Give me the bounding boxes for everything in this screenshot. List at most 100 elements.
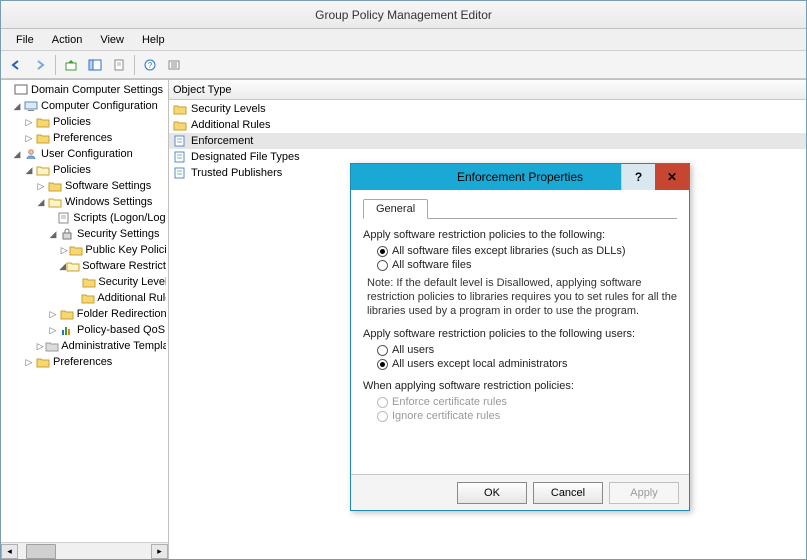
menubar: File Action View Help bbox=[1, 29, 806, 51]
menu-action[interactable]: Action bbox=[43, 32, 92, 48]
scroll-left-icon[interactable]: ◂ bbox=[1, 544, 18, 559]
toolbar-separator bbox=[55, 55, 56, 75]
svg-text:?: ? bbox=[148, 61, 153, 70]
enforcement-properties-dialog: Enforcement Properties ? ✕ General Apply… bbox=[350, 163, 690, 511]
radio-all-software-files[interactable]: All software files bbox=[377, 259, 677, 271]
list-column-header[interactable]: Object Type bbox=[169, 80, 806, 100]
tree-item[interactable]: Software Restriction Policies bbox=[82, 260, 166, 272]
tree-item[interactable]: Security Levels bbox=[98, 276, 166, 288]
computer-icon bbox=[24, 100, 38, 112]
properties-button[interactable] bbox=[108, 54, 130, 76]
twisty-icon[interactable]: ◢ bbox=[11, 149, 23, 160]
twisty-icon[interactable]: ◢ bbox=[23, 165, 35, 176]
tree-item[interactable]: Policy-based QoS bbox=[77, 324, 165, 336]
properties-icon bbox=[173, 167, 187, 179]
folder-icon bbox=[173, 103, 187, 115]
folder-icon bbox=[69, 244, 83, 256]
twisty-icon[interactable]: ◢ bbox=[59, 261, 66, 272]
twisty-icon[interactable]: ▷ bbox=[23, 357, 35, 368]
forward-button[interactable] bbox=[29, 54, 51, 76]
refresh-button[interactable]: ? bbox=[139, 54, 161, 76]
dialog-titlebar[interactable]: Enforcement Properties ? ✕ bbox=[351, 164, 689, 190]
files-note: Note: If the default level is Disallowed… bbox=[367, 277, 677, 318]
tree-pane: Domain Computer Settings ◢ Computer Confi… bbox=[1, 80, 169, 559]
radio-icon bbox=[377, 397, 388, 408]
tree-item[interactable]: Computer Configuration bbox=[41, 100, 158, 112]
radio-enforce-cert: Enforce certificate rules bbox=[377, 396, 677, 408]
list-item[interactable]: Additional Rules bbox=[169, 117, 806, 133]
filter-button[interactable] bbox=[163, 54, 185, 76]
cancel-button[interactable]: Cancel bbox=[533, 482, 603, 504]
radio-all-except-libraries[interactable]: All software files except libraries (suc… bbox=[377, 245, 677, 257]
tab-general[interactable]: General bbox=[363, 199, 428, 219]
tree[interactable]: Domain Computer Settings ◢ Computer Confi… bbox=[1, 80, 168, 542]
scroll-thumb[interactable] bbox=[26, 544, 56, 559]
folder-up-icon bbox=[64, 58, 78, 72]
radio-label: All software files bbox=[392, 259, 471, 271]
menu-help[interactable]: Help bbox=[133, 32, 174, 48]
list-item-label: Trusted Publishers bbox=[191, 167, 282, 179]
window-title: Group Policy Management Editor bbox=[315, 8, 492, 22]
tree-hscrollbar[interactable]: ◂ ▸ bbox=[1, 542, 168, 559]
ok-button[interactable]: OK bbox=[457, 482, 527, 504]
folder-icon bbox=[45, 340, 59, 352]
menu-view[interactable]: View bbox=[91, 32, 133, 48]
folder-open-icon bbox=[66, 260, 80, 272]
folder-icon bbox=[173, 119, 187, 131]
apply-button: Apply bbox=[609, 482, 679, 504]
menu-file[interactable]: File bbox=[7, 32, 43, 48]
properties-icon bbox=[173, 151, 187, 163]
radio-icon bbox=[377, 411, 388, 422]
back-button[interactable] bbox=[5, 54, 27, 76]
radio-ignore-cert: Ignore certificate rules bbox=[377, 410, 677, 422]
twisty-icon[interactable]: ▷ bbox=[23, 117, 35, 128]
dialog-help-button[interactable]: ? bbox=[621, 164, 655, 190]
tree-item[interactable]: Software Settings bbox=[65, 180, 151, 192]
twisty-icon[interactable]: ◢ bbox=[11, 101, 23, 112]
twisty-icon[interactable]: ◢ bbox=[35, 197, 47, 208]
dialog-close-button[interactable]: ✕ bbox=[655, 164, 689, 190]
scroll-right-icon[interactable]: ▸ bbox=[151, 544, 168, 559]
group-users-label: Apply software restriction policies to t… bbox=[363, 328, 677, 340]
tree-item[interactable]: Administrative Templates bbox=[61, 340, 166, 352]
tree-item[interactable]: Policies bbox=[53, 164, 91, 176]
twisty-icon[interactable]: ▷ bbox=[47, 325, 59, 336]
radio-label: Ignore certificate rules bbox=[392, 410, 500, 422]
radio-icon bbox=[377, 359, 388, 370]
radio-label: All users except local administrators bbox=[392, 358, 567, 370]
dialog-tabstrip: General bbox=[363, 198, 677, 219]
tree-item[interactable]: Scripts (Logon/Logoff) bbox=[73, 212, 166, 224]
show-hide-tree-button[interactable] bbox=[84, 54, 106, 76]
radio-all-users[interactable]: All users bbox=[377, 344, 677, 356]
twisty-icon[interactable]: ◢ bbox=[47, 229, 59, 240]
help-icon: ? bbox=[635, 170, 642, 184]
tree-item[interactable]: Folder Redirection bbox=[77, 308, 166, 320]
twisty-icon[interactable]: ▷ bbox=[35, 181, 47, 192]
toolbar-separator bbox=[134, 55, 135, 75]
twisty-icon[interactable]: ▷ bbox=[35, 341, 45, 352]
titlebar: Group Policy Management Editor bbox=[1, 1, 806, 29]
tree-item[interactable]: User Configuration bbox=[41, 148, 133, 160]
radio-all-users-except-admins[interactable]: All users except local administrators bbox=[377, 358, 677, 370]
user-icon bbox=[24, 148, 38, 160]
tree-item[interactable]: Additional Rules bbox=[97, 292, 166, 304]
list-item[interactable]: Enforcement bbox=[169, 133, 806, 149]
tree-item[interactable]: Preferences bbox=[53, 356, 112, 368]
group-cert-label: When applying software restriction polic… bbox=[363, 380, 677, 392]
list-item[interactable]: Security Levels bbox=[169, 101, 806, 117]
folder-icon bbox=[36, 116, 50, 128]
tree-item[interactable]: Public Key Policies bbox=[85, 244, 166, 256]
tree-item[interactable]: Preferences bbox=[53, 132, 112, 144]
tree-item[interactable]: Policies bbox=[53, 116, 91, 128]
twisty-icon[interactable]: ▷ bbox=[23, 133, 35, 144]
tree-item[interactable]: Windows Settings bbox=[65, 196, 152, 208]
twisty-icon[interactable]: ▷ bbox=[47, 309, 59, 320]
list-item-label: Security Levels bbox=[191, 103, 266, 115]
twisty-icon[interactable]: ▷ bbox=[59, 245, 69, 256]
list-item-label: Enforcement bbox=[191, 135, 253, 147]
tree-root[interactable]: Domain Computer Settings bbox=[31, 84, 163, 96]
tree-item[interactable]: Security Settings bbox=[77, 228, 160, 240]
list-item-label: Additional Rules bbox=[191, 119, 271, 131]
folder-icon bbox=[36, 356, 50, 368]
up-button[interactable] bbox=[60, 54, 82, 76]
